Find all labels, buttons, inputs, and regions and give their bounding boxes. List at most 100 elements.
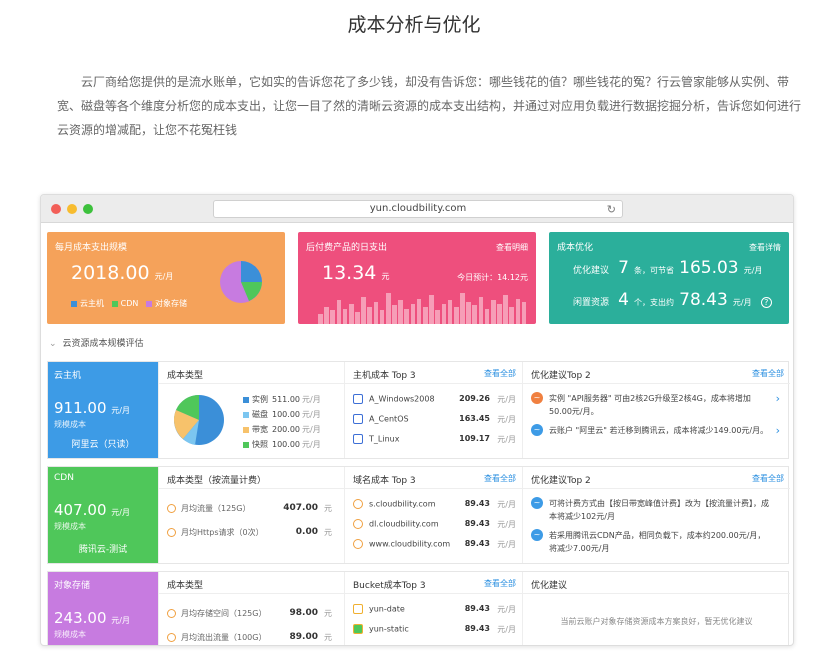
oss-name: 对象存储 (54, 581, 91, 591)
cost-type-label: 月均流量（125G） (181, 504, 251, 513)
monitor-icon (353, 394, 363, 404)
oss-sub: 规模成本 (54, 630, 86, 639)
daily-cost-amount: 13.34 (322, 262, 377, 284)
chevron-right-icon[interactable]: › (776, 392, 780, 405)
cdn-type-title: 成本类型（按流量计费） (159, 467, 344, 489)
cdn-summary[interactable]: CDN 407.00 元/月 规模成本 腾讯云-测试 (48, 467, 158, 563)
cost-type-label: 磁盘 (252, 410, 268, 419)
opt-row2-amount: 78.43 (679, 290, 728, 310)
section-header[interactable]: ⌄ 云资源成本规模评估 (49, 336, 144, 349)
top-item-value: 89.43 (464, 604, 490, 613)
daily-cost-detail-link[interactable]: 查看明细 (496, 242, 528, 253)
daily-cost-bar (435, 310, 441, 324)
address-bar[interactable]: yun.cloudbility.com ↻ (213, 200, 623, 218)
oss-top-view-all[interactable]: 查看全部 (484, 578, 516, 589)
trend-down-icon: ~ (531, 424, 543, 436)
cost-type-value: 100.00 (272, 440, 300, 449)
top-item[interactable]: yun-static 89.43 元/月 (353, 624, 516, 634)
cost-type-item: 快照 100.00 元/月 (243, 439, 338, 450)
maximize-dot-icon[interactable] (83, 204, 93, 214)
daily-cost-bar (453, 307, 459, 324)
oss-top-header: Bucket成本Top 3 查看全部 (345, 572, 522, 594)
top-item-value: 89.43 (464, 624, 490, 633)
opt-row1-count: 7 (618, 258, 629, 278)
ecs-top-view-all[interactable]: 查看全部 (484, 368, 516, 379)
cdn-top-domains: 域名成本 Top 3 查看全部 s.cloudbility.com 89.43 元/月… (344, 467, 522, 563)
cdn-top-view-all[interactable]: 查看全部 (484, 473, 516, 484)
help-icon[interactable]: ? (760, 297, 772, 308)
daily-cost-bar (318, 313, 323, 324)
top-item-value: 109.17 (459, 434, 490, 443)
top-item[interactable]: yun-date 89.43 元/月 (353, 604, 516, 614)
cost-type-unit: 元/月 (302, 425, 321, 434)
ecs-sug-view-all[interactable]: 查看全部 (752, 368, 784, 379)
daily-cost-bar (342, 308, 348, 324)
legend-label: 云主机 (80, 299, 104, 308)
oss-unit: 元/月 (111, 616, 130, 625)
close-dot-icon[interactable] (51, 204, 61, 214)
oss-summary[interactable]: 对象存储 243.00 元/月 规模成本 (48, 572, 158, 645)
cost-type-item: 磁盘 100.00 元/月 (243, 409, 338, 420)
cost-type-unit: 元 (324, 528, 332, 537)
daily-cost-bar (441, 303, 447, 324)
top-item-name: T_Linux (369, 434, 400, 444)
top-item-unit: 元/月 (497, 520, 516, 529)
legend-label: 对象存储 (155, 299, 188, 308)
browser-window: yun.cloudbility.com ↻ 每月成本支出规模 2018.00 元… (40, 194, 794, 646)
legend-square-icon (111, 300, 118, 307)
cost-type-item: 月均Https请求（0次） 0.00 元 (167, 527, 338, 538)
top-item-name: www.cloudbility.com (369, 539, 451, 549)
monthly-cost-legend: 云主机 CDN 对象存储 (71, 298, 187, 309)
top-item[interactable]: T_Linux 109.17 元/月 (353, 434, 516, 444)
ecs-sug-header: 优化建议Top 2 查看全部 (523, 362, 790, 384)
optimization-row-idle: 闲置资源 4 个，支出约 78.43 元/月 ? (573, 290, 772, 310)
ecs-amount: 911.00 (54, 399, 107, 417)
top-item-unit: 元/月 (497, 625, 516, 634)
opt-row2-count: 4 (618, 290, 629, 310)
oss-empty-text: 当前云账户对象存储资源成本方案良好，暂无优化建议 (560, 617, 753, 626)
top-item-name: A_Windows2008 (369, 394, 435, 404)
daily-cost-bar (447, 300, 453, 324)
oss-top-buckets: Bucket成本Top 3 查看全部 yun-date 89.43 元/月 yun-st… (344, 572, 522, 645)
daily-cost-bar (361, 296, 366, 324)
minimize-dot-icon[interactable] (67, 204, 77, 214)
top-item[interactable]: dl.cloudbility.com 89.43 元/月 (353, 519, 516, 529)
clock-icon (167, 609, 176, 618)
daily-cost-bar (330, 310, 336, 324)
top-item[interactable]: www.cloudbility.com 89.43 元/月 (353, 539, 516, 549)
ecs-top-title: 主机成本 Top 3 (353, 371, 416, 381)
daily-cost-card: 后付费产品的日支出 查看明细 13.34 元 今日预计：14.12元 (298, 232, 536, 324)
top-item-value: 89.43 (464, 539, 490, 548)
ecs-summary[interactable]: 云主机 911.00 元/月 规模成本 阿里云（只读） (48, 362, 158, 458)
top-item[interactable]: A_Windows2008 209.26 元/月 (353, 394, 516, 404)
opt-row1-unit: 元/月 (743, 266, 763, 275)
reload-icon[interactable]: ↻ (607, 202, 616, 218)
suggestion-text: 可将计费方式由【按日带宽峰值计费】改为【按流量计费】，成本将减少102元/月 (549, 499, 769, 521)
cdn-top-header: 域名成本 Top 3 查看全部 (345, 467, 522, 489)
chevron-right-icon[interactable]: › (776, 424, 780, 437)
ecs-sub: 规模成本 (54, 420, 86, 429)
ecs-amount-wrap: 911.00 元/月 (54, 399, 152, 417)
cdn-amount: 407.00 (54, 501, 107, 519)
top-item-unit: 元/月 (497, 415, 516, 424)
cost-type-unit: 元 (324, 633, 332, 642)
top-item[interactable]: s.cloudbility.com 89.43 元/月 (353, 499, 516, 509)
top-item[interactable]: A_CentOS 163.45 元/月 (353, 414, 516, 424)
optimization-detail-link[interactable]: 查看详情 (749, 242, 781, 253)
ecs-type-title: 成本类型 (159, 362, 344, 384)
collapse-chevron-icon[interactable]: ⌄ (49, 339, 57, 349)
oss-row: 对象存储 243.00 元/月 规模成本 成本类型 月均存储空间（125G） 98… (47, 571, 790, 645)
top-item-value: 163.45 (459, 414, 490, 423)
cdn-unit: 元/月 (111, 508, 130, 517)
cost-type-value: 89.00 (289, 632, 318, 642)
ecs-top-hosts: 主机成本 Top 3 查看全部 A_Windows2008 209.26 元/月 A_C… (344, 362, 522, 458)
type-color-icon (243, 441, 249, 448)
monitor-icon (353, 434, 363, 444)
cost-type-label: 带宽 (252, 425, 268, 434)
daily-cost-bar (379, 310, 385, 324)
opt-row1-label: 优化建议 (573, 266, 610, 276)
cost-type-unit: 元 (324, 609, 332, 618)
cdn-sug-view-all[interactable]: 查看全部 (752, 473, 784, 484)
clock-icon (167, 504, 176, 513)
cdn-sug-header: 优化建议Top 2 查看全部 (523, 467, 790, 489)
